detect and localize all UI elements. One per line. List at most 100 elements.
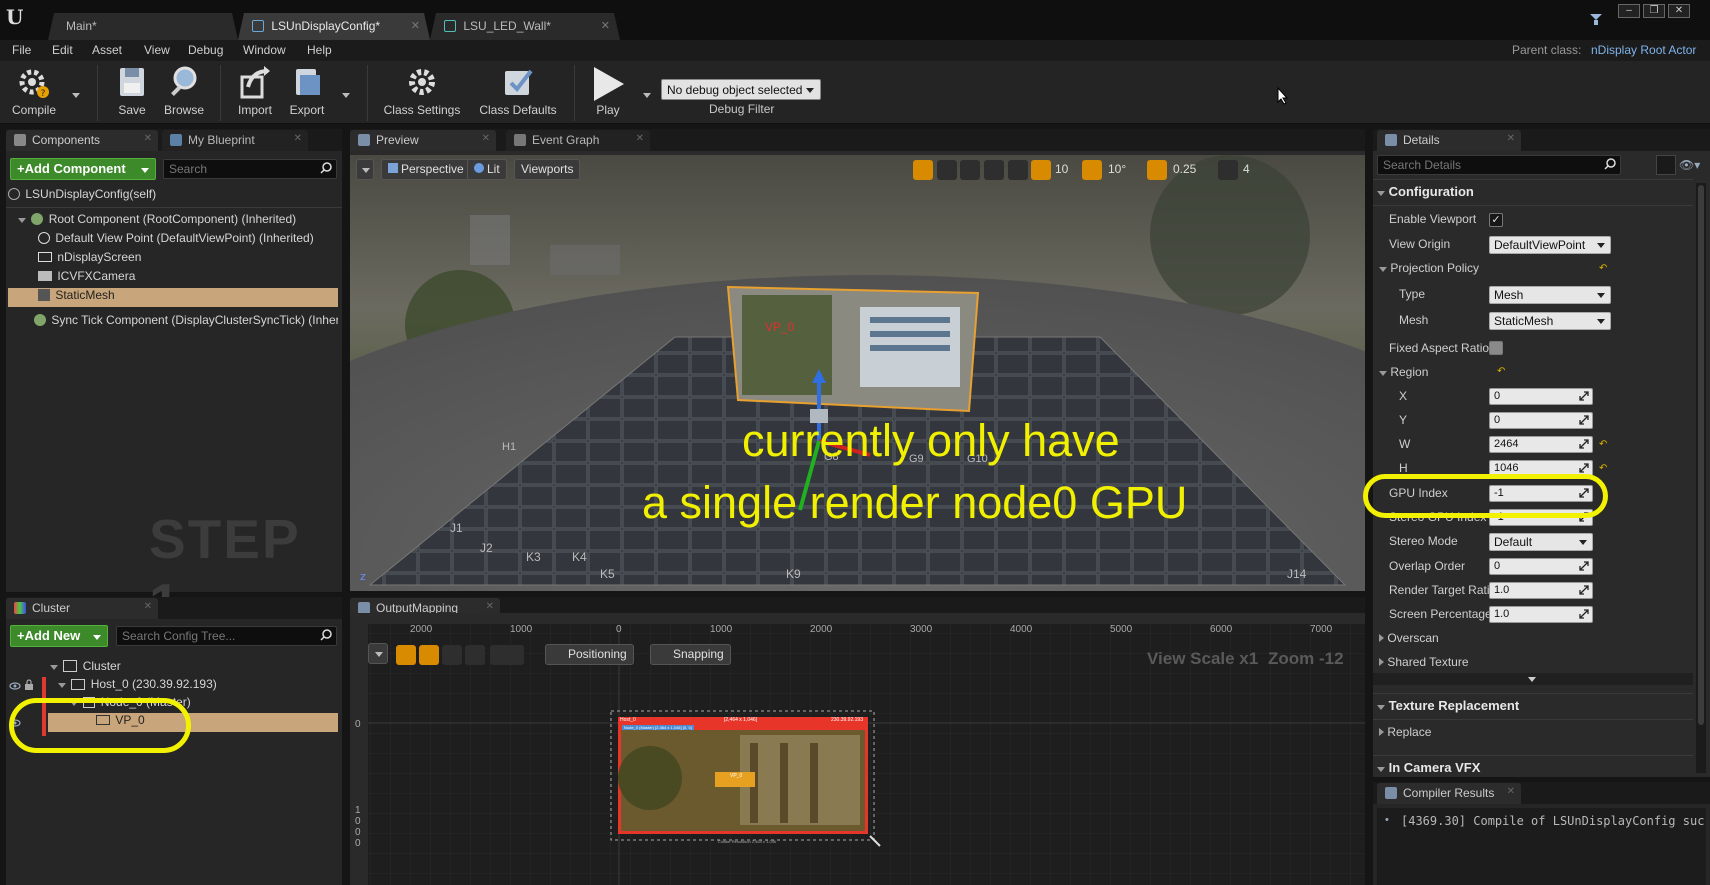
browse-button[interactable]: Browse [160,65,208,121]
rotation-snap-icon[interactable] [1082,160,1102,180]
visibility-eye-icon[interactable]: 👁▾ [1679,158,1707,172]
overlap-order-field[interactable]: 0 [1489,558,1593,575]
close-window-button[interactable]: ✕ [1668,4,1690,18]
camera-speed-value[interactable]: 4 [1243,162,1250,176]
camera-speed-icon[interactable] [1218,160,1238,180]
parent-class-link[interactable]: nDisplay Root Actor [1591,43,1696,57]
tab-components[interactable]: Components ✕ [6,130,158,151]
translate-icon[interactable] [913,160,933,180]
compile-options-chevron-icon[interactable] [72,93,80,98]
menu-debug[interactable]: Debug [188,43,223,57]
save-button[interactable]: Save [108,65,156,121]
close-icon[interactable]: ✕ [294,133,302,144]
add-component-button[interactable]: +Add Component [10,158,156,180]
mesh-select[interactable]: StaticMesh [1489,312,1611,330]
expand-arrow-icon[interactable] [58,683,66,688]
close-icon[interactable]: ✕ [144,133,152,144]
output-mapping-canvas[interactable]: 2000 1000 0 1000 2000 3000 4000 5000 600… [350,613,1365,885]
snapping-button[interactable]: Snapping [650,644,731,665]
bookmark-icon[interactable] [1588,12,1604,26]
tree-row-host[interactable]: Host_0 (230.39.92.193) [58,677,338,696]
positioning-button[interactable]: Positioning [545,644,634,665]
compile-button[interactable]: ? Compile [8,65,60,121]
rotation-snap-value[interactable]: 10° [1108,162,1126,176]
close-icon[interactable]: ✕ [411,19,420,32]
class-settings-button[interactable]: Class Settings [382,65,462,121]
lit-button[interactable]: Lit [467,159,507,180]
tree-row-ndisplayscreen[interactable]: nDisplayScreen [38,250,338,269]
export-options-chevron-icon[interactable] [342,93,350,98]
menu-help[interactable]: Help [307,43,332,57]
projection-policy-row[interactable]: Projection Policy [1379,261,1479,283]
in-camera-vfx-category[interactable]: In Camera VFX [1377,760,1480,782]
tree-row-default-view-point[interactable]: Default View Point (DefaultViewPoint) (I… [38,231,338,250]
tab-lsundisplayconfig[interactable]: LSUnDisplayConfig* ✕ [238,13,430,40]
close-icon[interactable]: ✕ [636,133,644,144]
perspective-button[interactable]: Perspective [381,159,471,180]
menu-file[interactable]: File [12,43,31,57]
node-label[interactable]: Node_0 (Master) [2,464 x 1,046] (0, 0) [622,725,695,730]
close-icon[interactable]: ✕ [601,19,610,32]
reset-to-default-icon[interactable]: ↶ [1599,440,1608,450]
tab-cluster[interactable]: Cluster ✕ [6,598,158,619]
close-icon[interactable]: ✕ [144,601,152,612]
tab-preview[interactable]: Preview ✕ [350,130,496,151]
x-field[interactable]: 0 [1489,388,1593,405]
preview-viewport[interactable]: z VP_0 J1 J2 K3 K4 K5 K9 J14 H1 G8 G9 G1… [350,155,1365,591]
surface-snap-icon[interactable] [1008,160,1028,180]
tree-row-staticmesh[interactable]: StaticMesh [8,288,338,307]
close-icon[interactable]: ✕ [482,133,490,144]
world-local-icon[interactable] [984,160,1004,180]
components-search-input[interactable]: Search [163,159,337,179]
debug-object-select[interactable]: No debug object selected [661,79,821,100]
class-defaults-button[interactable]: Class Defaults [476,65,560,121]
export-button[interactable]: Export [282,65,332,121]
scale-snap-value[interactable]: 0.25 [1173,162,1196,176]
close-icon[interactable]: ✕ [486,601,494,612]
reset-to-default-icon[interactable]: ↶ [1599,264,1608,274]
tree-row-root-component[interactable]: Root Component (RootComponent) (Inherite… [18,212,338,231]
tree-row-self[interactable]: LSUnDisplayConfig(self) [8,187,338,206]
tab-details[interactable]: Details ✕ [1377,130,1521,151]
import-button[interactable]: Import [230,65,280,121]
scale-icon[interactable] [960,160,980,180]
fixed-aspect-checkbox[interactable] [1489,341,1503,355]
type-select[interactable]: Mesh [1489,286,1611,304]
lock-icon[interactable] [24,679,34,691]
menu-window[interactable]: Window [243,43,286,57]
play-options-chevron-icon[interactable] [643,93,651,98]
view-origin-select[interactable]: DefaultViewPoint [1489,236,1611,254]
tree-row-sync-tick[interactable]: Sync Tick Component (DisplayClusterSyncT… [34,313,338,332]
tab-main[interactable]: Main* [48,13,238,40]
reset-to-default-icon[interactable]: ↶ [1599,464,1608,474]
property-matrix-icon[interactable] [1656,155,1676,175]
maximize-button[interactable]: ❐ [1643,4,1665,18]
texture-replacement-category[interactable]: Texture Replacement [1377,698,1519,720]
tab-lsu-led-wall[interactable]: LSU_LED_Wall* ✕ [430,13,620,40]
render-target-ratio-field[interactable]: 1.0 [1489,582,1593,599]
collapse-advanced-button[interactable] [1373,673,1693,685]
tree-row-cluster[interactable]: Cluster [50,659,330,678]
tree-row-icvfxcamera[interactable]: ICVFXCamera [38,269,338,288]
add-new-button[interactable]: +Add New [10,625,108,647]
expand-arrow-icon[interactable] [50,665,58,670]
close-icon[interactable]: ✕ [1507,133,1515,144]
zoom-icon[interactable] [490,645,524,665]
close-icon[interactable]: ✕ [1507,786,1515,797]
menu-edit[interactable]: Edit [52,43,73,57]
region-row[interactable]: Region [1379,365,1428,387]
details-scrollbar[interactable] [1696,183,1706,773]
configuration-category[interactable]: Configuration [1377,184,1474,206]
enable-viewport-checkbox[interactable]: ✓ [1489,213,1503,227]
overscan-row[interactable]: Overscan [1379,631,1439,653]
menu-view[interactable]: View [144,43,170,57]
stereo-mode-select[interactable]: Default [1489,533,1593,551]
scale-snap-icon[interactable] [1147,160,1167,180]
visibility-eye-icon[interactable] [9,680,21,690]
stop-icon[interactable] [442,645,462,665]
draw-mode-icon[interactable] [419,645,439,665]
rotate-icon[interactable] [937,160,957,180]
expand-arrow-icon[interactable] [18,218,26,223]
replace-row[interactable]: Replace [1379,725,1431,747]
grid-snap-icon[interactable] [1031,160,1051,180]
